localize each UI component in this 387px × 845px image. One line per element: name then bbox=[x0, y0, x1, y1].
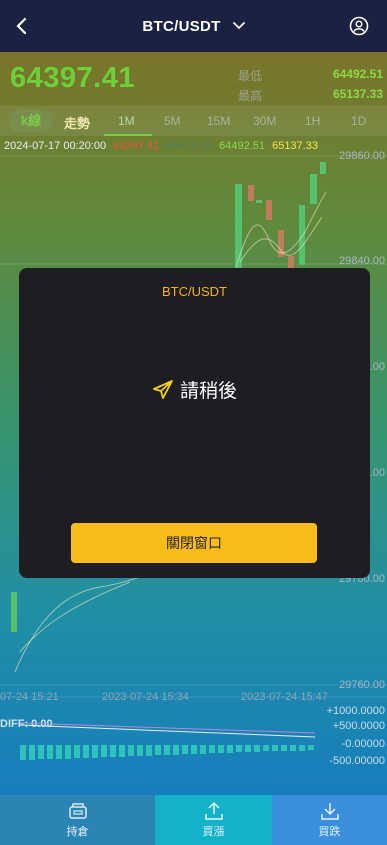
macd-axis-label: +1000.0000 bbox=[326, 705, 385, 717]
candle bbox=[320, 162, 326, 174]
macd-axis-label: -500.00000 bbox=[329, 755, 385, 767]
close-window-button[interactable]: 關閉窗口 bbox=[71, 523, 317, 563]
modal-message-text: 請稍後 bbox=[179, 381, 237, 402]
candle bbox=[299, 205, 305, 265]
send-icon bbox=[153, 379, 173, 399]
time-axis-label: 2023-07-24 15:47 bbox=[241, 691, 328, 703]
time-axis-label: 2023-07-24 15:34 bbox=[102, 691, 189, 703]
price-axis-label: 29760.00 bbox=[339, 679, 385, 691]
loading-modal: BTC/USDT 請稍後 關閉窗口 bbox=[19, 268, 370, 578]
top-bar: BTC/USDT bbox=[0, 0, 387, 52]
modal-message: 請稍後 bbox=[19, 376, 370, 403]
candle bbox=[256, 200, 262, 203]
user-icon[interactable] bbox=[349, 16, 369, 36]
price-axis-label: 29860.00 bbox=[339, 150, 385, 162]
tab-positions[interactable]: 持倉 bbox=[0, 795, 155, 845]
tab-label: 買漲 bbox=[202, 825, 225, 838]
candle bbox=[310, 174, 317, 204]
wallet-icon bbox=[68, 802, 87, 819]
tab-buy-up[interactable]: 買漲 bbox=[155, 795, 272, 845]
tab-label: 買跌 bbox=[318, 825, 341, 838]
download-icon bbox=[320, 802, 339, 820]
macd-axis-label: +500.0000 bbox=[332, 720, 385, 732]
time-axis-label: 07-24 15:21 bbox=[0, 691, 59, 703]
upload-icon bbox=[204, 801, 223, 820]
macd-axis-label: -0.00000 bbox=[341, 738, 385, 750]
back-icon[interactable] bbox=[12, 14, 32, 38]
tab-buy-down[interactable]: 買跌 bbox=[272, 795, 387, 845]
chevron-down-icon[interactable] bbox=[232, 21, 245, 31]
macd-histogram bbox=[19, 722, 316, 760]
pair-title[interactable]: BTC/USDT bbox=[142, 18, 220, 35]
candle bbox=[248, 185, 254, 201]
tab-label: 持倉 bbox=[66, 825, 89, 838]
modal-title: BTC/USDT bbox=[162, 284, 227, 299]
price-axis-label: 29840.00 bbox=[339, 255, 385, 267]
candle bbox=[266, 200, 272, 220]
bottom-tab-bar: 持倉 買漲 買跌 bbox=[0, 795, 387, 845]
candle bbox=[11, 592, 17, 632]
